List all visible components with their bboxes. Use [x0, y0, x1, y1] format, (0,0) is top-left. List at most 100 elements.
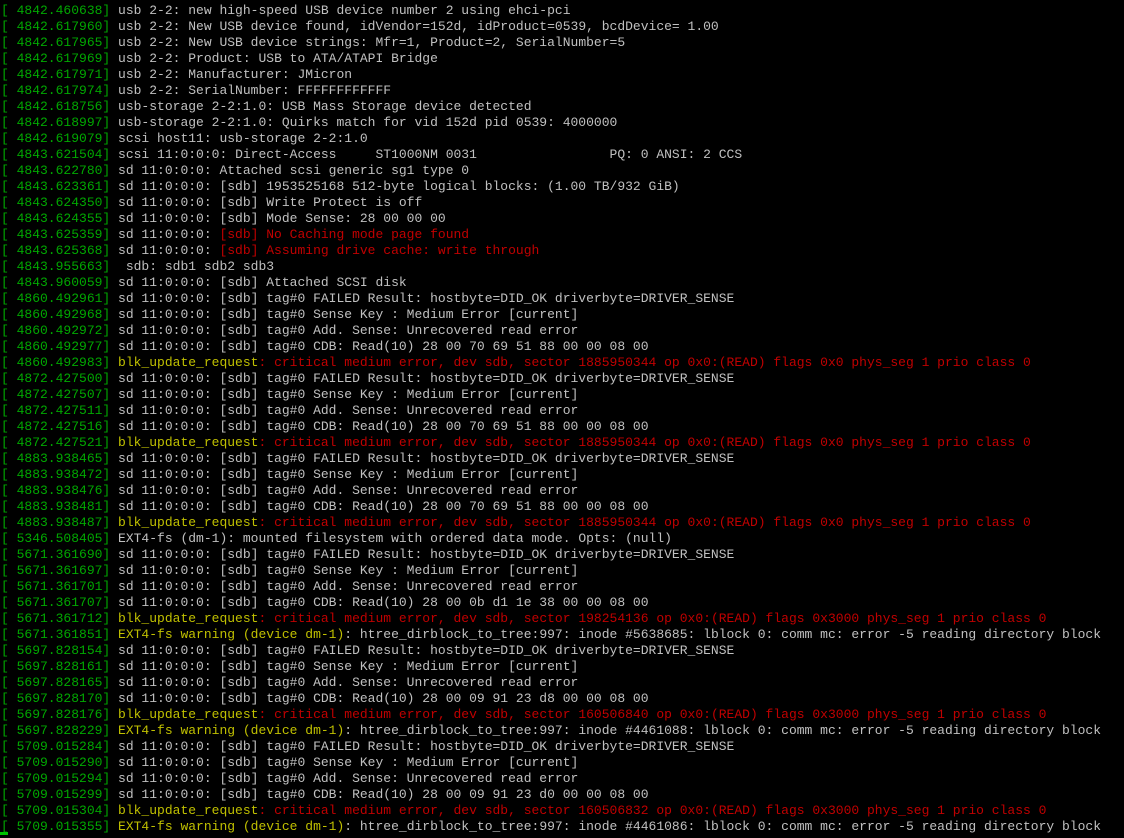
log-message: [sdb] tag#0 Add. Sense: Unrecovered read…: [219, 675, 579, 690]
log-timestamp: [ 5709.015355]: [1, 819, 119, 834]
log-source: sd 11:0:0:0:: [118, 163, 220, 178]
log-message: [sdb] tag#0 Sense Key : Medium Error [cu…: [219, 467, 579, 482]
log-timestamp: [ 5671.361707]: [1, 595, 119, 610]
log-timestamp: [ 5671.361712]: [1, 611, 119, 626]
log-timestamp: [ 5671.361690]: [1, 547, 119, 562]
log-timestamp: [ 5697.828165]: [1, 675, 119, 690]
log-source: sd 11:0:0:0:: [118, 563, 220, 578]
log-message: [sdb] Write Protect is off: [219, 195, 423, 210]
log-timestamp: [ 5709.015304]: [1, 803, 119, 818]
log-message: [sdb] tag#0 FAILED Result: hostbyte=DID_…: [219, 643, 735, 658]
log-timestamp: [ 4843.955663]: [1, 259, 119, 274]
log-source: usb 2-2:: [118, 19, 189, 34]
log-message: [sdb] tag#0 Sense Key : Medium Error [cu…: [219, 755, 579, 770]
log-line: [ 4842.618997] usb-storage 2-2:1.0: Quir…: [0, 115, 1124, 131]
log-message: Product: USB to ATA/ATAPI Bridge: [188, 51, 438, 66]
log-message: [sdb] Attached SCSI disk: [219, 275, 407, 290]
log-source: blk_update_request: [118, 435, 259, 450]
log-line: [ 4842.619079] scsi host11: usb-storage …: [0, 131, 1124, 147]
log-message: [sdb] tag#0 CDB: Read(10) 28 00 09 91 23…: [219, 691, 649, 706]
log-message: [sdb] tag#0 FAILED Result: hostbyte=DID_…: [219, 371, 735, 386]
log-source: sdb:: [118, 259, 165, 274]
log-line: [ 4883.938472] sd 11:0:0:0: [sdb] tag#0 …: [0, 467, 1124, 483]
log-source: usb-storage 2-2:1.0:: [118, 115, 282, 130]
log-line: [ 4883.938476] sd 11:0:0:0: [sdb] tag#0 …: [0, 483, 1124, 499]
log-timestamp: [ 4860.492977]: [1, 339, 119, 354]
log-message: sdb1 sdb2 sdb3: [164, 259, 275, 274]
log-line: [ 5671.361690] sd 11:0:0:0: [sdb] tag#0 …: [0, 547, 1124, 563]
log-message: New USB device found, idVendor=152d, idP…: [188, 19, 719, 34]
log-line: [ 4872.427516] sd 11:0:0:0: [sdb] tag#0 …: [0, 419, 1124, 435]
log-line: [ 5709.015304] blk_update_request: criti…: [0, 803, 1124, 819]
log-line: [ 4872.427521] blk_update_request: criti…: [0, 435, 1124, 451]
log-timestamp: [ 4843.622780]: [1, 163, 119, 178]
terminal-window[interactable]: [ 4842.460638] usb 2-2: new high-speed U…: [0, 0, 1124, 838]
log-source: sd 11:0:0:0:: [118, 691, 220, 706]
log-line: [ 4843.621504] scsi 11:0:0:0: Direct-Acc…: [0, 147, 1124, 163]
log-timestamp: [ 5671.361851]: [1, 627, 119, 642]
log-message: [sdb] tag#0 Sense Key : Medium Error [cu…: [219, 307, 579, 322]
log-message: [sdb] Mode Sense: 28 00 00 00: [219, 211, 446, 226]
log-source: sd 11:0:0:0:: [118, 787, 220, 802]
log-source: sd 11:0:0:0:: [118, 275, 220, 290]
log-line: [ 5697.828161] sd 11:0:0:0: [sdb] tag#0 …: [0, 659, 1124, 675]
log-message: [sdb] tag#0 Sense Key : Medium Error [cu…: [219, 387, 579, 402]
log-timestamp: [ 4872.427516]: [1, 419, 119, 434]
log-timestamp: [ 4872.427521]: [1, 435, 119, 450]
log-source: sd 11:0:0:0:: [118, 211, 220, 226]
log-message: [sdb] tag#0 Add. Sense: Unrecovered read…: [219, 403, 579, 418]
log-line: [ 4883.938465] sd 11:0:0:0: [sdb] tag#0 …: [0, 451, 1124, 467]
log-timestamp: [ 4860.492983]: [1, 355, 119, 370]
log-source: sd 11:0:0:0:: [118, 291, 220, 306]
log-message: : critical medium error, dev sdb, sector…: [258, 707, 1047, 722]
log-timestamp: [ 5671.361701]: [1, 579, 119, 594]
log-line: [ 5671.361707] sd 11:0:0:0: [sdb] tag#0 …: [0, 595, 1124, 611]
log-timestamp: [ 4883.938472]: [1, 467, 119, 482]
log-line: [ 5709.015299] sd 11:0:0:0: [sdb] tag#0 …: [0, 787, 1124, 803]
log-message: new high-speed USB device number 2 using…: [188, 3, 571, 18]
log-source: sd 11:0:0:0:: [118, 675, 220, 690]
log-message: USB Mass Storage device detected: [281, 99, 532, 114]
log-source: scsi host11:: [118, 131, 220, 146]
log-message: Manufacturer: JMicron: [188, 67, 353, 82]
log-message: [sdb] tag#0 Add. Sense: Unrecovered read…: [219, 771, 579, 786]
log-source: usb 2-2:: [118, 83, 189, 98]
log-line: [ 4843.624350] sd 11:0:0:0: [sdb] Write …: [0, 195, 1124, 211]
log-line: [ 5697.828154] sd 11:0:0:0: [sdb] tag#0 …: [0, 643, 1124, 659]
log-line: [ 4843.625359] sd 11:0:0:0: [sdb] No Cac…: [0, 227, 1124, 243]
log-timestamp: [ 4883.938465]: [1, 451, 119, 466]
log-timestamp: [ 4842.617969]: [1, 51, 119, 66]
log-timestamp: [ 4842.460638]: [1, 3, 119, 18]
log-message: Quirks match for vid 152d pid 0539: 4000…: [281, 115, 618, 130]
log-message: [sdb] tag#0 CDB: Read(10) 28 00 0b d1 1e…: [219, 595, 649, 610]
log-source: EXT4-fs (dm-1):: [118, 531, 243, 546]
log-message: [sdb] tag#0 CDB: Read(10) 28 00 70 69 51…: [219, 499, 649, 514]
log-message: [sdb] No Caching mode page found: [219, 227, 470, 242]
log-line: [ 4842.617974] usb 2-2: SerialNumber: FF…: [0, 83, 1124, 99]
log-line: [ 5709.015294] sd 11:0:0:0: [sdb] tag#0 …: [0, 771, 1124, 787]
log-message: : htree_dirblock_to_tree:997: inode #446…: [344, 819, 1102, 834]
log-source: usb-storage 2-2:1.0:: [118, 99, 282, 114]
log-line: [ 4883.938481] sd 11:0:0:0: [sdb] tag#0 …: [0, 499, 1124, 515]
log-line: [ 5709.015284] sd 11:0:0:0: [sdb] tag#0 …: [0, 739, 1124, 755]
log-line: [ 4842.617960] usb 2-2: New USB device f…: [0, 19, 1124, 35]
log-line: [ 5697.828229] EXT4-fs warning (device d…: [0, 723, 1124, 739]
log-line: [ 4860.492972] sd 11:0:0:0: [sdb] tag#0 …: [0, 323, 1124, 339]
log-message: [sdb] tag#0 Add. Sense: Unrecovered read…: [219, 579, 579, 594]
log-line: [ 4843.955663] sdb: sdb1 sdb2 sdb3: [0, 259, 1124, 275]
log-message: [sdb] tag#0 CDB: Read(10) 28 00 09 91 23…: [219, 787, 649, 802]
log-timestamp: [ 4843.621504]: [1, 147, 119, 162]
log-source: EXT4-fs warning (device dm-1): [118, 723, 345, 738]
log-message: SerialNumber: FFFFFFFFFFFF: [188, 83, 392, 98]
log-source: sd 11:0:0:0:: [118, 771, 220, 786]
log-timestamp: [ 4843.623361]: [1, 179, 119, 194]
log-message: usb-storage 2-2:1.0: [219, 131, 368, 146]
log-line: [ 4883.938487] blk_update_request: criti…: [0, 515, 1124, 531]
log-timestamp: [ 4883.938476]: [1, 483, 119, 498]
log-source: sd 11:0:0:0:: [118, 339, 220, 354]
log-timestamp: [ 5697.828229]: [1, 723, 119, 738]
log-source: sd 11:0:0:0:: [118, 595, 220, 610]
log-timestamp: [ 5709.015290]: [1, 755, 119, 770]
log-timestamp: [ 5709.015294]: [1, 771, 119, 786]
log-timestamp: [ 4842.618756]: [1, 99, 119, 114]
